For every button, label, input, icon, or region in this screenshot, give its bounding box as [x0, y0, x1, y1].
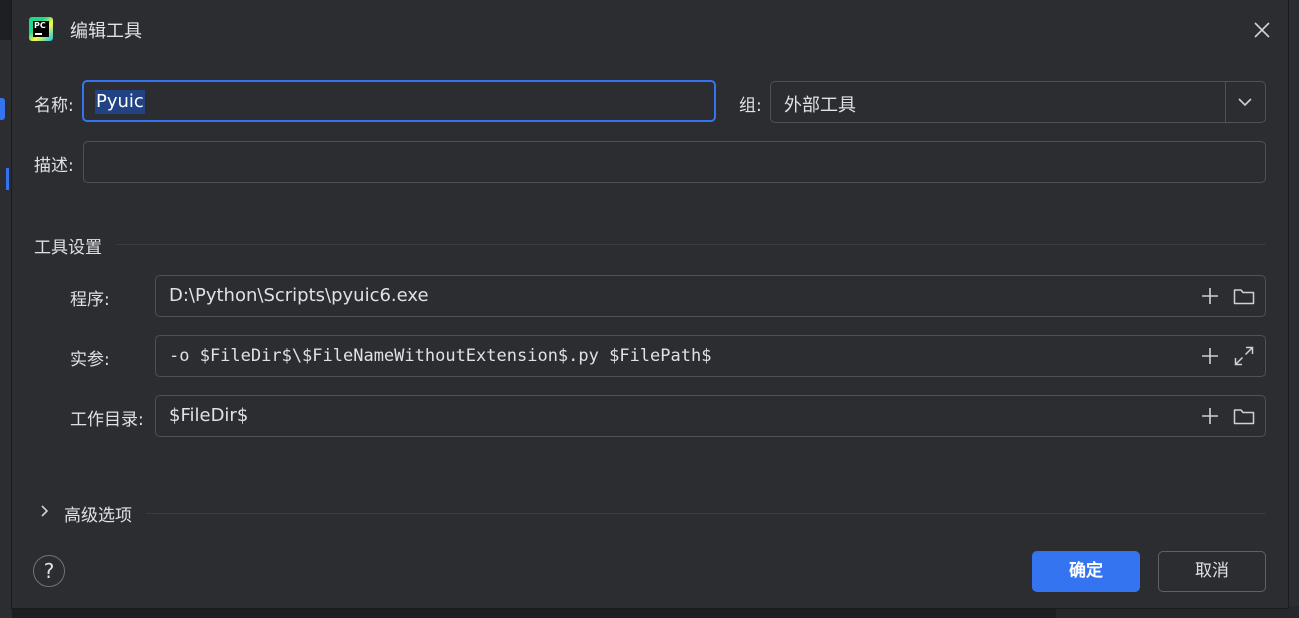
group-combobox[interactable]: 外部工具 — [770, 81, 1266, 123]
expand-icon — [1234, 346, 1254, 366]
ide-left-strip — [0, 40, 12, 618]
advanced-divider — [146, 513, 1266, 514]
plus-icon — [1202, 348, 1218, 364]
folder-icon — [1233, 289, 1255, 305]
chevron-down-icon — [1238, 98, 1252, 107]
folder-icon — [1233, 409, 1255, 425]
plus-icon — [1202, 408, 1218, 424]
dialog-title: 编辑工具 — [70, 21, 142, 42]
name-label: 名称: — [34, 96, 74, 116]
description-label: 描述: — [34, 156, 74, 176]
program-field[interactable]: D:\Python\Scripts\pyuic6.exe — [155, 275, 1266, 317]
arguments-value[interactable]: -o $FileDir$\$FileNameWithoutExtension$.… — [169, 346, 711, 366]
ide-marker — [6, 168, 9, 190]
tool-settings-title: 工具设置 — [34, 238, 102, 258]
section-divider — [116, 244, 1266, 245]
workdir-value[interactable]: $FileDir$ — [169, 405, 248, 426]
arguments-add-macro-button[interactable] — [1198, 344, 1222, 368]
advanced-options-label[interactable]: 高级选项 — [64, 501, 132, 526]
arguments-label: 实参: — [70, 350, 110, 370]
close-icon — [1254, 22, 1270, 38]
pycharm-logo-icon: PC — [29, 17, 53, 41]
workdir-browse-button[interactable] — [1232, 404, 1256, 428]
logo-text: PC — [34, 21, 46, 30]
workdir-field[interactable]: $FileDir$ — [155, 395, 1266, 437]
ide-right-strip — [1288, 0, 1299, 618]
advanced-toggle[interactable] — [38, 502, 52, 520]
program-browse-button[interactable] — [1232, 284, 1256, 308]
chevron-right-icon — [41, 505, 49, 517]
workdir-label: 工作目录: — [70, 410, 144, 430]
group-dropdown-button[interactable] — [1231, 90, 1259, 114]
program-label: 程序: — [70, 290, 110, 310]
arguments-field[interactable]: -o $FileDir$\$FileNameWithoutExtension$.… — [155, 335, 1266, 377]
description-field[interactable] — [83, 141, 1266, 183]
dialog-titlebar: PC 编辑工具 — [12, 0, 1288, 58]
group-value: 外部工具 — [784, 95, 856, 116]
arguments-expand-button[interactable] — [1232, 344, 1256, 368]
ok-button[interactable]: 确定 — [1032, 551, 1140, 592]
ide-marker — [0, 98, 5, 120]
combo-divider — [1225, 82, 1226, 122]
edit-tool-dialog: PC 编辑工具 名称: Pyuic 组: 外部工具 描述: 工具设置 程序: D… — [12, 0, 1288, 608]
cancel-button[interactable]: 取消 — [1158, 551, 1266, 592]
program-value[interactable]: D:\Python\Scripts\pyuic6.exe — [169, 285, 429, 306]
workdir-add-macro-button[interactable] — [1198, 404, 1222, 428]
group-label: 组: — [739, 96, 762, 116]
help-button[interactable]: ? — [33, 555, 65, 587]
name-field[interactable]: Pyuic — [82, 80, 716, 122]
description-input[interactable] — [84, 142, 1265, 182]
program-add-macro-button[interactable] — [1198, 284, 1222, 308]
name-value[interactable]: Pyuic — [95, 90, 145, 114]
close-button[interactable] — [1248, 16, 1276, 44]
plus-icon — [1202, 288, 1218, 304]
